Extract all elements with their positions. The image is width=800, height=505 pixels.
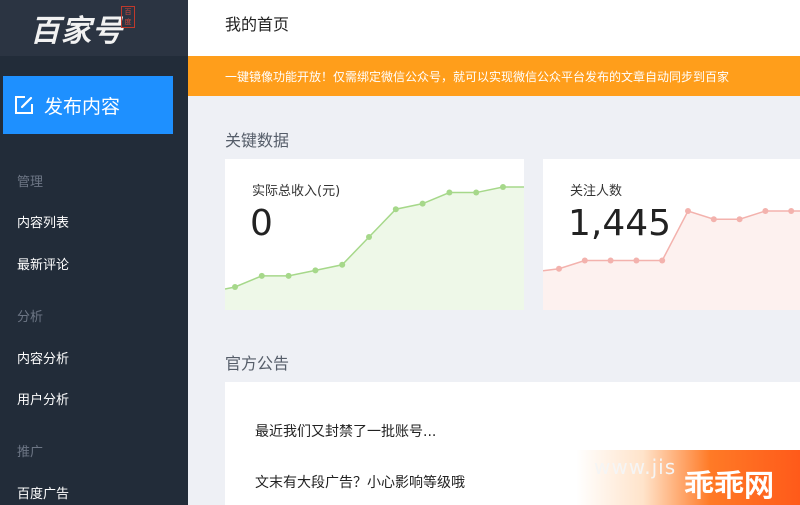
publish-content-button[interactable]: 发布内容 [3, 76, 173, 134]
followers-value: 1,445 [568, 203, 672, 244]
sparkline-point [366, 234, 372, 240]
key-data-title: 关键数据 [225, 131, 290, 150]
sparkline-point [581, 257, 588, 264]
topbar: 我的首页 [188, 0, 800, 56]
sparkline-point [419, 200, 426, 207]
watermark-brand: 乖乖网 [684, 469, 774, 504]
notice-banner[interactable]: 一键镜像功能开放！仅需绑定微信公众号，就可以实现微信公众平台发布的文章自动同步到… [188, 56, 800, 96]
logo[interactable]: 百家号 [30, 6, 123, 50]
edit-icon [15, 96, 33, 114]
sparkline-point [392, 206, 399, 213]
announcements-title: 官方公告 [225, 354, 290, 373]
logo-seal: 百度 [121, 6, 135, 28]
announcement-item[interactable]: 文末有大段广告？小心影响等级哦 [255, 472, 465, 492]
main-content: 我的首页 一键镜像功能开放！仅需绑定微信公众号，就可以实现微信公众平台发布的文章… [188, 0, 800, 505]
sidebar-item-user-analysis[interactable]: 用户分析 [17, 389, 69, 408]
sparkline-point [685, 208, 691, 214]
sparkline-point [258, 272, 265, 279]
sparkline-point [788, 208, 795, 214]
income-value: 0 [250, 203, 273, 244]
sparkline-point [473, 189, 480, 196]
sparkline-point [736, 216, 743, 223]
publish-content-label: 发布内容 [44, 95, 121, 118]
sidebar: 百家号 百度 发布内容 管理 内容列表 最新评论 分析 内容分析 用户分析 推广… [0, 0, 188, 505]
sparkline-point [500, 184, 506, 190]
sparkline-point [232, 284, 238, 290]
sparkline-point [446, 189, 453, 196]
sidebar-item-baidu-ads[interactable]: 百度广告 [17, 483, 69, 502]
sparkline-point [339, 261, 346, 268]
followers-card[interactable]: 关注人数 1,445 [543, 159, 800, 310]
watermark: www.jis 乖乖网 [576, 450, 800, 505]
nav-group-manage: 管理 [17, 175, 44, 190]
watermark-url: www.jis [594, 455, 677, 479]
sparkline-point [659, 257, 666, 264]
announcement-item[interactable]: 最近我们又封禁了一批账号... [255, 421, 436, 441]
sparkline-point [312, 267, 319, 274]
sparkline-point [710, 216, 717, 223]
sidebar-item-latest-comments[interactable]: 最新评论 [17, 254, 69, 273]
income-label: 实际总收入(元) [252, 184, 341, 199]
sparkline-point [556, 265, 562, 272]
sparkline-point [285, 272, 292, 279]
sparkline-point [607, 257, 614, 264]
nav-group-promotion: 推广 [17, 445, 44, 460]
nav-group-analysis: 分析 [17, 310, 44, 325]
page-title: 我的首页 [225, 15, 290, 34]
followers-label: 关注人数 [570, 184, 623, 199]
notice-text: 一键镜像功能开放！仅需绑定微信公众号，就可以实现微信公众平台发布的文章自动同步到… [225, 70, 730, 84]
sidebar-item-content-list[interactable]: 内容列表 [17, 212, 69, 231]
income-card[interactable]: 实际总收入(元) 0 [225, 159, 524, 310]
sparkline-point [762, 208, 769, 214]
sidebar-item-content-analysis[interactable]: 内容分析 [17, 348, 69, 367]
logo-area: 百家号 百度 [0, 0, 188, 56]
sparkline-point [633, 257, 640, 264]
